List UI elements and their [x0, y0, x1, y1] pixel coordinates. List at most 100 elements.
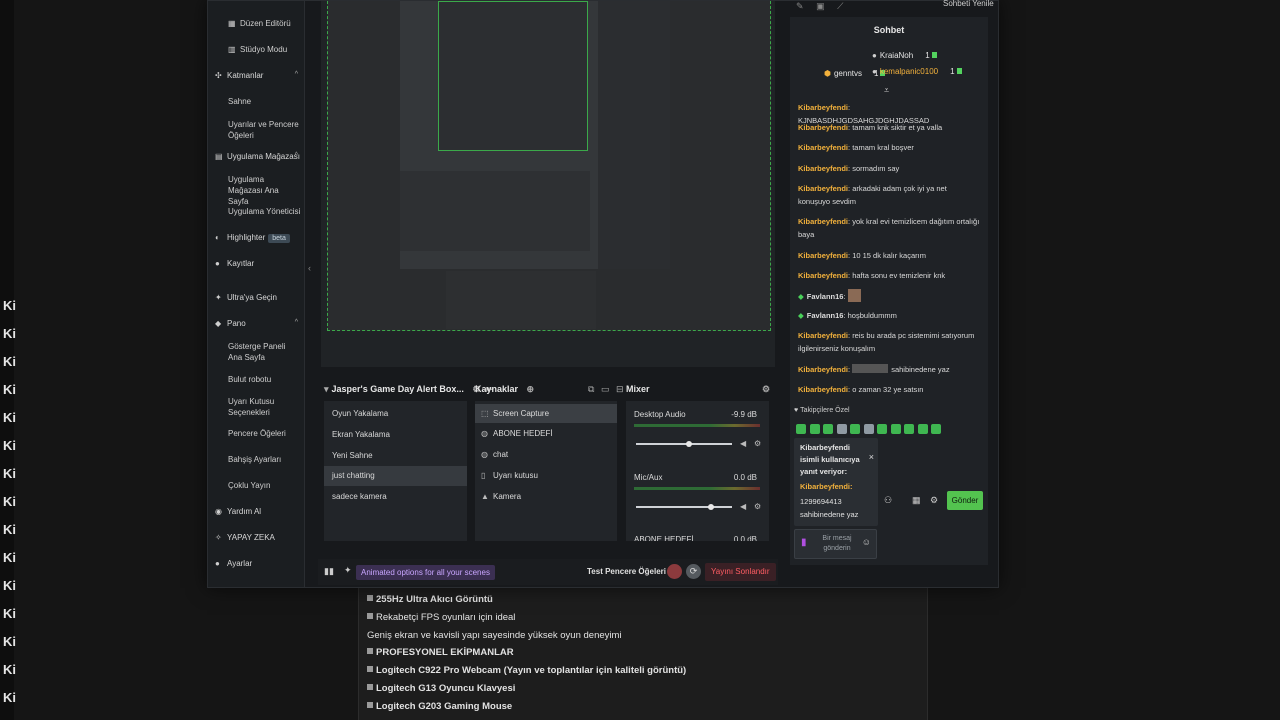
- source-item[interactable]: ⬚ Screen Capture: [475, 404, 617, 423]
- chat-username[interactable]: Kibarbeyfendi: [798, 103, 848, 112]
- reset-icon[interactable]: ⟳: [686, 564, 701, 579]
- emote-icon[interactable]: [890, 424, 901, 434]
- users-icon[interactable]: ⚇: [884, 495, 892, 506]
- sidebar-item[interactable]: ▥ Stüdyo Modu: [228, 45, 287, 54]
- blurred-text: [852, 364, 889, 373]
- source-item[interactable]: ◍ chat: [481, 450, 508, 459]
- emote-icon[interactable]: [836, 424, 847, 434]
- chat-settings-icon[interactable]: ⚙: [930, 495, 938, 506]
- chevron-up-icon[interactable]: ^: [295, 152, 298, 159]
- source-item[interactable]: ▲ Kamera: [481, 492, 521, 501]
- scene-item[interactable]: sadece kamera: [332, 492, 387, 501]
- sidebar-item[interactable]: Uygulama Yöneticisi: [228, 207, 300, 216]
- sidebar-item[interactable]: ◉ Yardım Al: [215, 507, 261, 516]
- bullet-icon: [367, 702, 373, 708]
- chat-toolbar-icons: ✎ ▣ ⟋: [796, 1, 843, 12]
- scene-item[interactable]: Yeni Sahne: [332, 451, 373, 460]
- sidebar-item[interactable]: ● Ayarlar: [215, 559, 252, 568]
- sources-title: Kaynaklar: [475, 384, 519, 394]
- emote-icon[interactable]: [850, 424, 860, 434]
- sidebar-item-label: Bulut robotu: [228, 375, 272, 384]
- studio-icon: ▥: [228, 45, 236, 54]
- promo-banner[interactable]: Animated options for all your scenes: [356, 565, 495, 580]
- send-button[interactable]: Gönder: [947, 491, 983, 510]
- emote-icon[interactable]: [917, 424, 928, 434]
- stats-icon[interactable]: ▮▮: [324, 566, 334, 577]
- add-source-icon[interactable]: ⊕: [527, 384, 535, 394]
- sidebar-item[interactable]: ▤ Uygulama Mağazası: [215, 152, 300, 161]
- sidebar-item[interactable]: Bulut robotu: [228, 375, 271, 384]
- volume-slider-knob[interactable]: [686, 441, 692, 447]
- mic-icon[interactable]: ▮: [801, 537, 807, 548]
- message-input[interactable]: ▮ Bir mesaj gönderin ☺: [794, 529, 877, 559]
- emote-icon[interactable]: [823, 424, 833, 434]
- speaker-icon[interactable]: ◀: [740, 439, 746, 448]
- mixer-settings-icon[interactable]: ⚙: [762, 384, 770, 395]
- chat-username[interactable]: Kibarbeyfendi: [798, 251, 848, 260]
- online-icon: [956, 68, 962, 74]
- volume-slider[interactable]: [636, 443, 732, 445]
- sidebar-item[interactable]: ● Kayıtlar: [215, 259, 254, 268]
- sidebar-item[interactable]: Pencere Öğeleri: [228, 429, 286, 438]
- scene-item[interactable]: Ekran Yakalama: [332, 430, 390, 439]
- chat-username[interactable]: Kibarbeyfendi: [798, 331, 848, 340]
- speaker-icon[interactable]: ◀: [740, 502, 746, 511]
- sidebar-item[interactable]: Sahne: [228, 97, 251, 106]
- refresh-chat-link[interactable]: Sohbeti Yenile: [943, 0, 994, 8]
- reply-box: Kibarbeyfendi isimli kullanıcıya yanıt v…: [794, 438, 878, 526]
- sidebar-item[interactable]: ✧ YAPAY ZEKA: [215, 533, 275, 542]
- source-item[interactable]: ◍ ABONE HEDEFİ: [481, 429, 553, 438]
- collapse-left-icon[interactable]: ‹: [308, 263, 311, 273]
- sidebar-item[interactable]: Uyarı Kutusu Seçenekleri: [228, 396, 300, 418]
- popout-icon[interactable]: ▣: [816, 1, 825, 11]
- chat-username[interactable]: Kibarbeyfendi: [798, 184, 848, 193]
- edit-icon[interactable]: ✎: [796, 1, 804, 11]
- sidebar-item[interactable]: Uygulama Mağazası Ana Sayfa: [228, 174, 300, 207]
- volume-slider[interactable]: [636, 506, 732, 508]
- chevron-up-icon[interactable]: ^: [295, 319, 298, 326]
- scene-item[interactable]: Oyun Yakalama: [332, 409, 388, 418]
- collapse-icon[interactable]: ⩡: [884, 85, 889, 96]
- dock-tool-3-icon[interactable]: ⊟: [616, 384, 624, 394]
- emote-icon[interactable]: [931, 424, 941, 434]
- emote-picker-icon[interactable]: ▦: [912, 495, 921, 506]
- link-icon[interactable]: ⟋: [837, 1, 843, 11]
- sidebar-item[interactable]: Bahşiş Ayarları: [228, 455, 281, 464]
- emote-icon[interactable]: [863, 424, 874, 434]
- chat-username[interactable]: Kibarbeyfendi: [798, 385, 848, 394]
- document-line: Logitech C922 Pro Webcam (Yayın ve topla…: [367, 665, 686, 676]
- chat-username[interactable]: Kibarbeyfendi: [798, 365, 848, 374]
- sidebar-item[interactable]: ✦ Ultra'ya Geçin: [215, 293, 277, 302]
- emoji-icon[interactable]: ☺: [862, 537, 871, 547]
- sidebar-item[interactable]: ▦ Düzen Editörü: [228, 19, 291, 28]
- gear-icon[interactable]: ⚙: [754, 439, 761, 448]
- emote-icon[interactable]: [877, 424, 887, 434]
- chat-username[interactable]: Favlann16: [807, 311, 844, 320]
- emote-icon[interactable]: [904, 424, 914, 434]
- sidebar-item[interactable]: Uyarılar ve Pencere Öğeleri: [228, 119, 300, 141]
- gear-icon[interactable]: ⚙: [754, 502, 761, 511]
- chat-username[interactable]: Kibarbeyfendi: [798, 143, 848, 152]
- chat-username[interactable]: Favlann16: [807, 292, 844, 301]
- sidebar-item[interactable]: Gösterge Paneli Ana Sayfa: [228, 341, 300, 363]
- test-follow-button[interactable]: [667, 564, 682, 579]
- scene-item[interactable]: just chatting: [324, 466, 467, 486]
- end-stream-button[interactable]: Yayını Sonlandır: [705, 563, 776, 581]
- dock-tool-1-icon[interactable]: ⧉: [588, 384, 594, 394]
- scene-preview-canvas[interactable]: [327, 1, 771, 331]
- sidebar-item[interactable]: Çoklu Yayın: [228, 481, 270, 490]
- chat-username[interactable]: Kibarbeyfendi: [798, 123, 848, 132]
- chat-username[interactable]: Kibarbeyfendi: [798, 271, 848, 280]
- chat-username[interactable]: Kibarbeyfendi: [798, 164, 848, 173]
- source-item[interactable]: ▯ Uyarı kutusu: [481, 471, 538, 480]
- sidebar-item[interactable]: ◐ Highlighter beta: [215, 233, 290, 243]
- sidebar-item[interactable]: ◆ Pano: [215, 319, 246, 328]
- volume-slider-knob[interactable]: [708, 504, 714, 510]
- sidebar-item[interactable]: ✣ Katmanlar: [215, 71, 263, 80]
- emote-icon[interactable]: [796, 424, 806, 434]
- close-icon[interactable]: ×: [869, 452, 874, 462]
- emote-icon[interactable]: [809, 424, 820, 434]
- dock-tool-2-icon[interactable]: ▭: [601, 384, 610, 394]
- chevron-up-icon[interactable]: ^: [295, 71, 298, 78]
- chat-username[interactable]: Kibarbeyfendi: [798, 217, 848, 226]
